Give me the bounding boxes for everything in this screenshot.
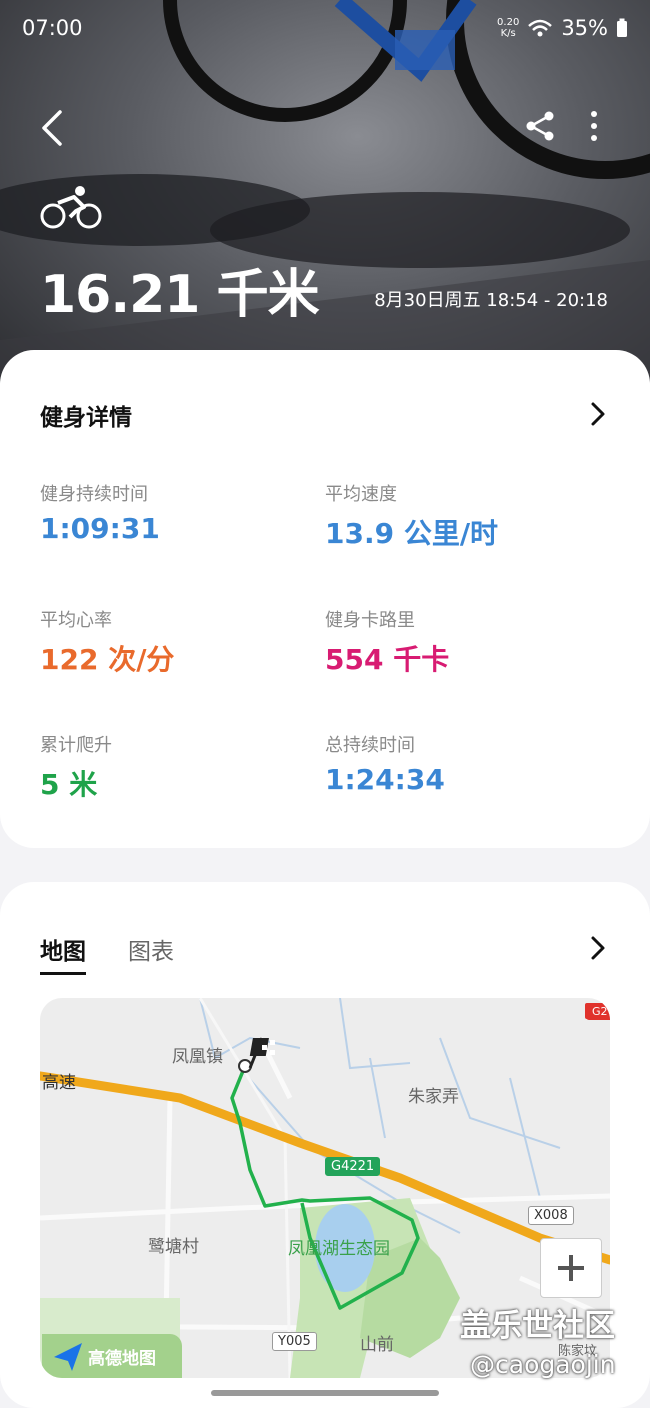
battery-percent: 35% xyxy=(561,16,608,40)
total-distance: 16.21 千米 xyxy=(40,265,320,325)
metric-label-avg-heart-rate: 平均心率 xyxy=(40,610,112,631)
home-gesture-bar[interactable] xyxy=(211,1390,439,1396)
metric-label-avg-speed: 平均速度 xyxy=(325,484,397,505)
map-label-village2: 鹭塘村 xyxy=(148,1237,199,1257)
metric-value-total-duration: 1:24:34 xyxy=(325,763,445,796)
map-label-highway: 高速 xyxy=(42,1073,76,1093)
metric-label-duration: 健身持续时间 xyxy=(40,484,148,505)
road-tag-g4221: G4221 xyxy=(325,1157,381,1176)
back-arrow-icon[interactable] xyxy=(38,108,68,148)
map-label-village1: 朱家弄 xyxy=(408,1087,459,1107)
metric-value-avg-heart-rate: 122 次/分 xyxy=(40,643,175,676)
details-title: 健身详情 xyxy=(40,405,132,431)
metric-label-calories: 健身卡路里 xyxy=(325,610,415,631)
road-tag-x008: X008 xyxy=(528,1206,574,1225)
tab-chart[interactable]: 图表 xyxy=(128,932,174,966)
chevron-right-icon[interactable] xyxy=(588,934,608,962)
metric-value-duration: 1:09:31 xyxy=(40,512,160,545)
wifi-icon xyxy=(528,19,553,37)
share-icon[interactable] xyxy=(524,110,556,142)
plus-icon xyxy=(558,1255,584,1281)
map-label-park: 凤凰湖生态园 xyxy=(288,1239,390,1259)
battery-icon xyxy=(617,18,627,37)
more-options-icon[interactable] xyxy=(584,110,604,142)
network-speed: 0.20 K/s xyxy=(497,17,520,39)
metric-value-elevation-gain: 5 米 xyxy=(40,768,98,801)
watermark-user: @caogaojin xyxy=(470,1350,616,1379)
metric-value-calories: 554 千卡 xyxy=(325,643,450,676)
hero-header: 07:00 0.20 K/s 35% 16.21 千米 8月30日周五 18:5… xyxy=(0,0,650,390)
amap-logo: 高德地图 xyxy=(42,1334,182,1378)
amap-arrow-icon xyxy=(54,1343,82,1371)
metric-label-elevation-gain: 累计爬升 xyxy=(40,735,112,756)
workout-details-card[interactable]: 健身详情 健身持续时间 1:09:31 平均速度 13.9 公里/时 平均心率 … xyxy=(0,350,650,848)
tab-map[interactable]: 地图 xyxy=(40,932,86,975)
watermark-community: 盖乐世社区 xyxy=(460,1308,615,1344)
map-label-place: 山前 xyxy=(360,1335,394,1355)
workout-time-range: 8月30日周五 18:54 - 20:18 xyxy=(374,290,608,311)
chevron-right-icon[interactable] xyxy=(588,400,608,428)
metric-value-avg-speed: 13.9 公里/时 xyxy=(325,517,499,550)
metric-label-total-duration: 总持续时间 xyxy=(325,735,415,756)
map-provider: 高德地图 xyxy=(88,1349,156,1369)
road-tag-y005: Y005 xyxy=(272,1332,317,1351)
status-time: 07:00 xyxy=(22,16,83,40)
status-icons: 0.20 K/s 35% xyxy=(497,16,628,40)
bicycle-icon xyxy=(40,186,102,229)
zoom-in-button[interactable] xyxy=(540,1238,602,1298)
map-label-town: 凤凰镇 xyxy=(172,1047,223,1067)
road-tag-g2: G2 xyxy=(586,1003,610,1020)
